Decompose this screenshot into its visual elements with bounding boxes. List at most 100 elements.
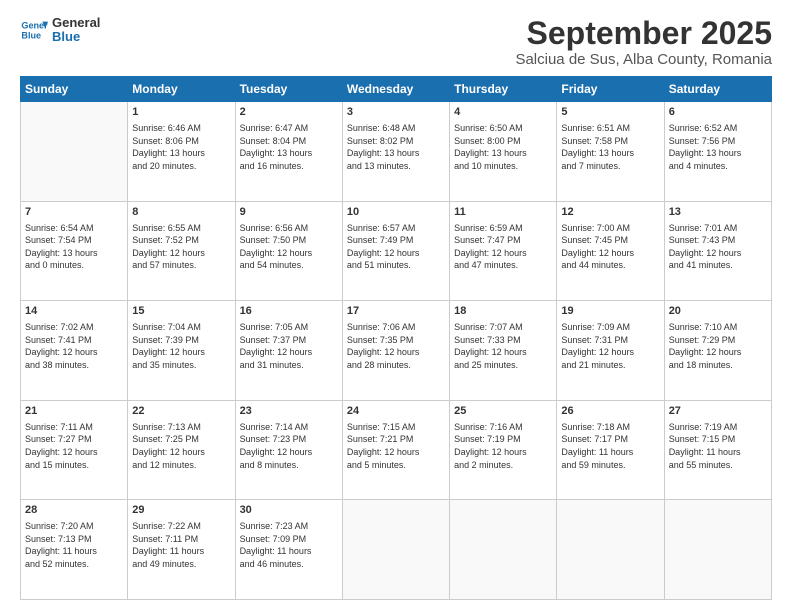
calendar-cell: 14 Sunrise: 7:02 AMSunset: 7:41 PMDayligh… [21, 301, 128, 401]
day-number: 21 [25, 404, 123, 419]
calendar-cell: 26Sunrise: 7:18 AMSunset: 7:17 PMDayligh… [557, 400, 664, 500]
calendar-cell: 27 Sunrise: 7:19 AMSunset: 7:15 PMDayligh… [664, 400, 771, 500]
col-header-monday: Monday [128, 77, 235, 102]
day-info: Sunrise: 7:02 AMSunset: 7:41 PMDaylight:… [25, 321, 123, 371]
day-number: 19 [561, 304, 659, 319]
header: General Blue General Blue September 2025… [20, 16, 772, 68]
day-info: Sunrise: 7:23 AMSunset: 7:09 PMDaylight:… [240, 520, 338, 570]
calendar-cell: 15 Sunrise: 7:04 AMSunset: 7:39 PMDayligh… [128, 301, 235, 401]
calendar-header-row: SundayMondayTuesdayWednesdayThursdayFrid… [21, 77, 772, 102]
calendar-cell: 25 Sunrise: 7:16 AMSunset: 7:19 PMDayligh… [450, 400, 557, 500]
day-number: 28 [25, 503, 123, 518]
logo-line1: General [52, 16, 100, 30]
calendar-cell: 29 Sunrise: 7:22 AMSunset: 7:11 PMDayligh… [128, 500, 235, 600]
col-header-sunday: Sunday [21, 77, 128, 102]
day-info: Sunrise: 7:22 AMSunset: 7:11 PMDaylight:… [132, 520, 230, 570]
day-number: 12 [561, 205, 659, 220]
day-number: 17 [347, 304, 445, 319]
calendar-cell: 24Sunrise: 7:15 AMSunset: 7:21 PMDayligh… [342, 400, 449, 500]
day-number: 14 [25, 304, 123, 319]
calendar-cell: 10Sunrise: 6:57 AMSunset: 7:49 PMDayligh… [342, 201, 449, 301]
day-info: Sunrise: 7:04 AMSunset: 7:39 PMDaylight:… [132, 321, 230, 371]
day-info: Sunrise: 6:51 AMSunset: 7:58 PMDaylight:… [561, 122, 659, 172]
day-number: 23 [240, 404, 338, 419]
calendar-table: SundayMondayTuesdayWednesdayThursdayFrid… [20, 76, 772, 600]
calendar-cell: 3 Sunrise: 6:48 AMSunset: 8:02 PMDaylight… [342, 102, 449, 202]
col-header-saturday: Saturday [664, 77, 771, 102]
calendar-cell: 12 Sunrise: 7:00 AMSunset: 7:45 PMDayligh… [557, 201, 664, 301]
day-number: 24 [347, 404, 445, 419]
day-number: 27 [669, 404, 767, 419]
day-info: Sunrise: 6:50 AMSunset: 8:00 PMDaylight:… [454, 122, 552, 172]
day-info: Sunrise: 7:13 AMSunset: 7:25 PMDaylight:… [132, 421, 230, 471]
calendar-cell: 13 Sunrise: 7:01 AMSunset: 7:43 PMDayligh… [664, 201, 771, 301]
day-number: 29 [132, 503, 230, 518]
day-info: Sunrise: 6:59 AMSunset: 7:47 PMDaylight:… [454, 222, 552, 272]
day-info: Sunrise: 7:00 AMSunset: 7:45 PMDaylight:… [561, 222, 659, 272]
calendar-cell: 18Sunrise: 7:07 AMSunset: 7:33 PMDayligh… [450, 301, 557, 401]
calendar-cell: 5 Sunrise: 6:51 AMSunset: 7:58 PMDaylight… [557, 102, 664, 202]
calendar-cell: 2 Sunrise: 6:47 AMSunset: 8:04 PMDaylight… [235, 102, 342, 202]
location-subtitle: Salciua de Sus, Alba County, Romania [515, 51, 772, 68]
title-block: September 2025 Salciua de Sus, Alba Coun… [515, 16, 772, 68]
day-number: 5 [561, 105, 659, 120]
day-number: 11 [454, 205, 552, 220]
month-title: September 2025 [515, 16, 772, 51]
calendar-cell: 19 Sunrise: 7:09 AMSunset: 7:31 PMDayligh… [557, 301, 664, 401]
calendar-cell: 16 Sunrise: 7:05 AMSunset: 7:37 PMDayligh… [235, 301, 342, 401]
day-number: 9 [240, 205, 338, 220]
day-info: Sunrise: 6:48 AMSunset: 8:02 PMDaylight:… [347, 122, 445, 172]
week-row-2: 7 Sunrise: 6:54 AMSunset: 7:54 PMDaylight… [21, 201, 772, 301]
calendar-cell: 28 Sunrise: 7:20 AMSunset: 7:13 PMDayligh… [21, 500, 128, 600]
logo: General Blue General Blue [20, 16, 100, 45]
day-info: Sunrise: 7:16 AMSunset: 7:19 PMDaylight:… [454, 421, 552, 471]
calendar-cell: 6Sunrise: 6:52 AMSunset: 7:56 PMDaylight… [664, 102, 771, 202]
week-row-4: 21 Sunrise: 7:11 AMSunset: 7:27 PMDayligh… [21, 400, 772, 500]
day-info: Sunrise: 6:56 AMSunset: 7:50 PMDaylight:… [240, 222, 338, 272]
day-number: 25 [454, 404, 552, 419]
day-info: Sunrise: 7:05 AMSunset: 7:37 PMDaylight:… [240, 321, 338, 371]
day-number: 1 [132, 105, 230, 120]
day-number: 20 [669, 304, 767, 319]
week-row-5: 28 Sunrise: 7:20 AMSunset: 7:13 PMDayligh… [21, 500, 772, 600]
day-info: Sunrise: 7:19 AMSunset: 7:15 PMDaylight:… [669, 421, 767, 471]
calendar-cell [450, 500, 557, 600]
calendar-cell [342, 500, 449, 600]
day-number: 30 [240, 503, 338, 518]
logo-line2: Blue [52, 30, 100, 44]
day-number: 2 [240, 105, 338, 120]
day-number: 22 [132, 404, 230, 419]
day-number: 8 [132, 205, 230, 220]
day-number: 18 [454, 304, 552, 319]
day-info: Sunrise: 6:46 AMSunset: 8:06 PMDaylight:… [132, 122, 230, 172]
day-info: Sunrise: 6:54 AMSunset: 7:54 PMDaylight:… [25, 222, 123, 272]
day-info: Sunrise: 7:11 AMSunset: 7:27 PMDaylight:… [25, 421, 123, 471]
day-number: 16 [240, 304, 338, 319]
day-number: 13 [669, 205, 767, 220]
col-header-thursday: Thursday [450, 77, 557, 102]
calendar-cell: 23Sunrise: 7:14 AMSunset: 7:23 PMDayligh… [235, 400, 342, 500]
col-header-tuesday: Tuesday [235, 77, 342, 102]
day-info: Sunrise: 7:01 AMSunset: 7:43 PMDaylight:… [669, 222, 767, 272]
day-info: Sunrise: 6:47 AMSunset: 8:04 PMDaylight:… [240, 122, 338, 172]
day-number: 15 [132, 304, 230, 319]
day-number: 7 [25, 205, 123, 220]
calendar-cell: 30 Sunrise: 7:23 AMSunset: 7:09 PMDayligh… [235, 500, 342, 600]
calendar-cell: 1 Sunrise: 6:46 AMSunset: 8:06 PMDaylight… [128, 102, 235, 202]
calendar-cell: 4Sunrise: 6:50 AMSunset: 8:00 PMDaylight… [450, 102, 557, 202]
calendar-cell [664, 500, 771, 600]
calendar-cell: 20Sunrise: 7:10 AMSunset: 7:29 PMDayligh… [664, 301, 771, 401]
day-info: Sunrise: 7:20 AMSunset: 7:13 PMDaylight:… [25, 520, 123, 570]
day-info: Sunrise: 6:55 AMSunset: 7:52 PMDaylight:… [132, 222, 230, 272]
calendar-cell: 9 Sunrise: 6:56 AMSunset: 7:50 PMDaylight… [235, 201, 342, 301]
day-number: 3 [347, 105, 445, 120]
day-number: 26 [561, 404, 659, 419]
week-row-3: 14 Sunrise: 7:02 AMSunset: 7:41 PMDayligh… [21, 301, 772, 401]
day-info: Sunrise: 7:09 AMSunset: 7:31 PMDaylight:… [561, 321, 659, 371]
calendar-cell: 17 Sunrise: 7:06 AMSunset: 7:35 PMDayligh… [342, 301, 449, 401]
day-number: 10 [347, 205, 445, 220]
calendar-cell: 22 Sunrise: 7:13 AMSunset: 7:25 PMDayligh… [128, 400, 235, 500]
day-info: Sunrise: 7:06 AMSunset: 7:35 PMDaylight:… [347, 321, 445, 371]
logo-icon: General Blue [20, 16, 48, 44]
calendar-cell: 11 Sunrise: 6:59 AMSunset: 7:47 PMDayligh… [450, 201, 557, 301]
